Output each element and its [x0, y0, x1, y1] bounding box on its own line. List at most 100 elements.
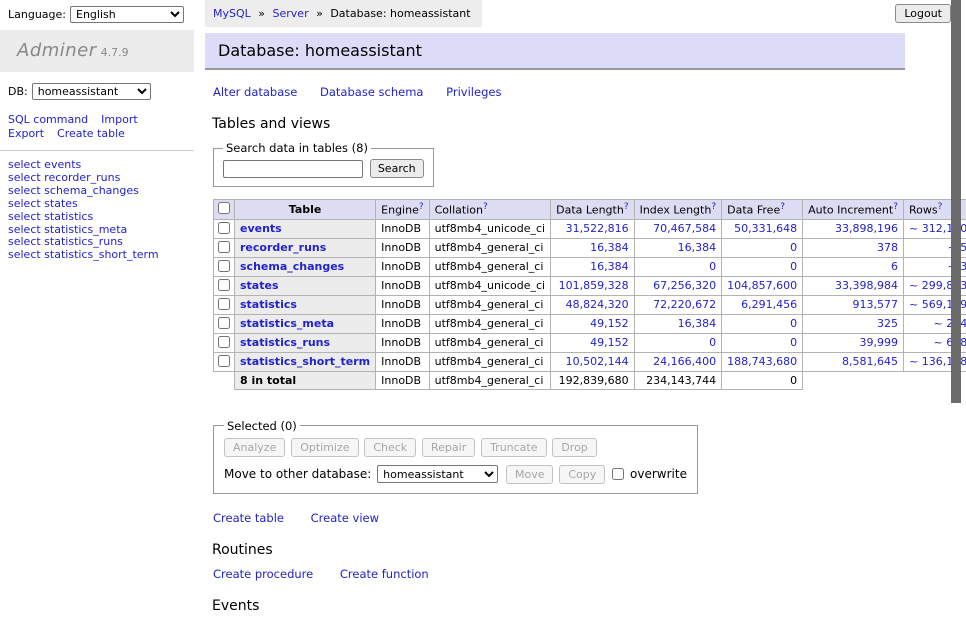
drop-button[interactable]: Drop — [552, 438, 596, 457]
table-row: statistics_short_term InnoDB utf8mb4_gen… — [214, 352, 966, 371]
alter-database-link[interactable]: Alter database — [213, 85, 297, 99]
sidebar-item-select-events[interactable]: select events — [8, 159, 194, 172]
select-all-checkbox[interactable] — [218, 202, 230, 214]
data-length-cell: 10,502,144 — [551, 352, 634, 371]
move-row: Move to other database: homeassistant Mo… — [224, 465, 687, 484]
engine-cell: InnoDB — [376, 352, 429, 371]
tables-overview-table: Table Engine? Collation? Data Length? In… — [213, 199, 966, 390]
column-header-data-free: Data Free? — [722, 200, 803, 220]
routines-heading: Routines — [212, 542, 905, 558]
create-function-link[interactable]: Create function — [340, 567, 429, 581]
overwrite-checkbox[interactable] — [612, 468, 624, 480]
create-procedure-link[interactable]: Create procedure — [213, 567, 313, 581]
row-checkbox[interactable] — [218, 355, 230, 367]
sidebar-link-sql-command[interactable]: SQL command — [8, 113, 88, 126]
optimize-button[interactable]: Optimize — [291, 438, 358, 457]
help-icon[interactable]: ? — [711, 202, 716, 212]
table-link-events[interactable]: events — [240, 222, 282, 235]
collation-cell: utf8mb4_general_ci — [429, 333, 550, 352]
events-heading: Events — [212, 598, 905, 614]
row-checkbox[interactable] — [218, 241, 230, 253]
help-icon[interactable]: ? — [419, 202, 424, 212]
routine-links: Create procedure Create function — [213, 567, 905, 581]
privileges-link[interactable]: Privileges — [446, 85, 501, 99]
breadcrumb: MySQL » Server » Database: homeassistant — [205, 0, 482, 27]
copy-button[interactable]: Copy — [559, 465, 605, 484]
table-link-statistics-runs[interactable]: statistics_runs — [240, 336, 330, 349]
selected-fieldset: Selected (0) Analyze Optimize Check Repa… — [213, 419, 698, 494]
index-length-cell: 72,220,672 — [634, 295, 722, 314]
sidebar-link-import[interactable]: Import — [101, 113, 138, 126]
sidebar-item-select-recorder-runs[interactable]: select recorder_runs — [8, 172, 194, 185]
database-schema-link[interactable]: Database schema — [320, 85, 423, 99]
engine-cell: InnoDB — [376, 276, 429, 295]
data-length-cell: 49,152 — [551, 314, 634, 333]
help-icon[interactable]: ? — [483, 202, 488, 212]
truncate-button[interactable]: Truncate — [481, 438, 546, 457]
breadcrumb-link-server[interactable]: Server — [273, 7, 309, 20]
auto-increment-cell: 6 — [803, 257, 904, 276]
table-header-row: Table Engine? Collation? Data Length? In… — [214, 200, 966, 220]
row-checkbox[interactable] — [218, 279, 230, 291]
sidebar-link-export[interactable]: Export — [8, 127, 44, 140]
index-length-cell: 67,256,320 — [634, 276, 722, 295]
table-link-statistics-meta[interactable]: statistics_meta — [240, 317, 334, 330]
row-checkbox[interactable] — [218, 260, 230, 272]
row-checkbox[interactable] — [218, 336, 230, 348]
selected-legend: Selected (0) — [224, 419, 300, 433]
scrollbar-thumb[interactable] — [951, 0, 961, 403]
table-row: statistics_runs InnoDB utf8mb4_general_c… — [214, 333, 966, 352]
auto-increment-cell: 39,999 — [803, 333, 904, 352]
column-header-table: Table — [235, 200, 376, 220]
language-label: Language: — [8, 8, 66, 21]
table-total-row: 8 in total InnoDB utf8mb4_general_ci 192… — [214, 371, 966, 389]
help-icon[interactable]: ? — [624, 202, 629, 212]
breadcrumb-separator: » — [316, 7, 323, 20]
column-header-index-length: Index Length? — [634, 200, 722, 220]
table-link-statistics-short-term[interactable]: statistics_short_term — [240, 355, 370, 368]
repair-button[interactable]: Repair — [422, 438, 475, 457]
sidebar-item-select-statistics[interactable]: select statistics — [8, 211, 194, 224]
table-link-recorder-runs[interactable]: recorder_runs — [240, 241, 326, 254]
index-length-cell: 70,467,584 — [634, 219, 722, 238]
column-header-auto-increment: Auto Increment? — [803, 200, 904, 220]
sidebar-link-create-table[interactable]: Create table — [57, 127, 125, 140]
row-checkbox[interactable] — [218, 317, 230, 329]
language-select[interactable]: English — [70, 6, 184, 23]
data-free-cell: 0 — [722, 371, 803, 389]
help-icon[interactable]: ? — [780, 202, 785, 212]
collation-cell: utf8mb4_general_ci — [429, 238, 550, 257]
breadcrumb-link-mysql[interactable]: MySQL — [213, 7, 251, 20]
data-length-cell: 16,384 — [551, 238, 634, 257]
data-free-cell: 104,857,600 — [722, 276, 803, 295]
help-icon[interactable]: ? — [938, 202, 943, 212]
row-checkbox[interactable] — [218, 222, 230, 234]
analyze-button[interactable]: Analyze — [224, 438, 285, 457]
check-button[interactable]: Check — [364, 438, 416, 457]
sidebar-actions: SQL command Import Export Create table — [8, 113, 186, 141]
data-free-cell: 0 — [722, 314, 803, 333]
db-select[interactable]: homeassistant — [32, 83, 151, 100]
sidebar-item-select-statistics-short-term[interactable]: select statistics_short_term — [8, 249, 194, 262]
move-db-select[interactable]: homeassistant — [377, 465, 498, 483]
selected-buttons-row: Analyze Optimize Check Repair Truncate D… — [224, 438, 687, 457]
engine-cell: InnoDB — [376, 257, 429, 276]
tables-and-views-heading: Tables and views — [212, 116, 905, 132]
engine-cell: InnoDB — [376, 238, 429, 257]
search-button[interactable]: Search — [370, 159, 424, 178]
scrollbar[interactable] — [951, 0, 961, 543]
move-button[interactable]: Move — [506, 465, 554, 484]
sidebar-item-select-states[interactable]: select states — [8, 198, 194, 211]
table-link-schema-changes[interactable]: schema_changes — [240, 260, 344, 273]
sidebar-item-select-schema-changes[interactable]: select schema_changes — [8, 185, 194, 198]
create-view-link[interactable]: Create view — [311, 511, 379, 525]
search-input[interactable] — [223, 160, 363, 178]
overwrite-label[interactable]: overwrite — [630, 467, 687, 481]
row-checkbox[interactable] — [218, 298, 230, 310]
help-icon[interactable]: ? — [893, 202, 898, 212]
table-link-states[interactable]: states — [240, 279, 279, 292]
create-table-link[interactable]: Create table — [213, 511, 284, 525]
table-link-statistics[interactable]: statistics — [240, 298, 297, 311]
table-row: schema_changes InnoDB utf8mb4_general_ci… — [214, 257, 966, 276]
create-links: Create table Create view — [213, 511, 905, 525]
